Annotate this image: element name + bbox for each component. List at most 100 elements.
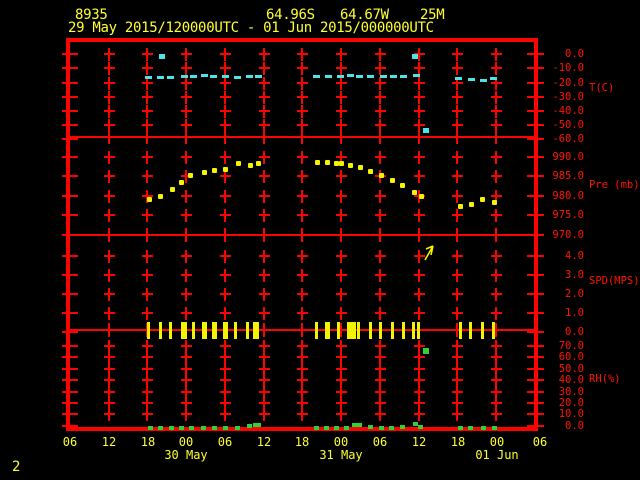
page-number: 2: [12, 459, 21, 475]
pressure-point: [188, 173, 193, 178]
humidity-point: [157, 426, 163, 430]
y-axis-tick-label: 60.0: [558, 351, 584, 363]
y-axis-tick-label: 40.0: [558, 374, 584, 386]
wind-calm-mark: [184, 322, 187, 339]
y-axis-tick: [527, 67, 544, 69]
y-axis-tick-label: -30.0: [552, 91, 584, 103]
y-axis-tick-label: 975.0: [552, 209, 584, 221]
wind-calm-mark: [469, 322, 472, 339]
temperature-point: [255, 75, 262, 78]
y-axis-tick-label: 0.0: [565, 48, 584, 60]
humidity-point: [367, 425, 373, 429]
pressure-point: [202, 170, 207, 175]
y-axis-tick: [62, 379, 78, 381]
pressure-point: [390, 178, 395, 183]
y-axis-tick: [527, 345, 544, 347]
y-axis-tick: [62, 402, 78, 404]
y-axis-unit-label: Pre (mb): [589, 179, 640, 191]
wind-calm-mark: [337, 322, 340, 339]
x-axis-hour-label: 18: [294, 435, 310, 449]
y-axis-tick: [527, 255, 544, 257]
temperature-point: [246, 75, 253, 78]
y-axis-tick: [527, 138, 544, 140]
y-axis-tick: [62, 356, 78, 358]
temperature-point: [201, 74, 208, 77]
humidity-point: [178, 426, 184, 430]
wind-calm-mark: [204, 322, 207, 339]
y-axis-tick: [527, 391, 544, 393]
y-axis-tick-label: 0.0: [565, 420, 584, 432]
pressure-point: [212, 168, 217, 173]
y-axis-tick: [62, 331, 78, 333]
humidity-point: [388, 426, 394, 430]
y-axis-tick-label: 2.0: [565, 288, 584, 300]
humidity-point: [417, 425, 423, 429]
humidity-point: [333, 426, 339, 430]
humidity-point: [457, 426, 463, 430]
wind-calm-mark: [169, 322, 172, 339]
y-axis-tick: [527, 110, 544, 112]
temperature-point: [325, 75, 332, 78]
y-axis-tick: [527, 82, 544, 84]
y-axis-tick: [62, 138, 78, 140]
wind-calm-mark: [159, 322, 162, 339]
humidity-point: [168, 426, 174, 430]
pressure-point: [492, 200, 497, 205]
y-axis-tick: [527, 293, 544, 295]
plot-frame: [66, 38, 538, 431]
temperature-point: [347, 74, 354, 77]
y-axis-tick: [62, 368, 78, 370]
temperature-point: [337, 75, 344, 78]
y-axis-tick: [527, 214, 544, 216]
humidity-point: [188, 426, 194, 430]
y-axis-tick-label: 990.0: [552, 151, 584, 163]
y-axis-unit-label: RH(%): [589, 373, 621, 385]
x-axis-hour-label: 06: [532, 435, 548, 449]
x-axis-hour-label: 12: [256, 435, 272, 449]
temperature-outlier-point: [423, 128, 429, 133]
pressure-point: [256, 161, 261, 166]
temperature-point: [413, 74, 420, 77]
wind-calm-mark: [412, 322, 415, 339]
y-axis-unit-label: SPD(MPS): [589, 275, 640, 287]
y-axis-unit-label: T(C): [589, 82, 615, 94]
x-axis-hour-label: 06: [62, 435, 78, 449]
meteogram-plot: 8935 64.96S 64.67W 25M 29 May 2015/12000…: [0, 0, 640, 480]
pressure-point: [236, 161, 241, 166]
y-axis-tick: [62, 195, 78, 197]
y-axis-tick-label: -60.0: [552, 133, 584, 145]
temperature-point: [367, 75, 374, 78]
wind-calm-mark: [481, 322, 484, 339]
temperature-point: [167, 76, 174, 79]
pressure-point: [179, 180, 184, 185]
temperature-point: [234, 76, 241, 79]
wind-vector-arrow-icon: [424, 245, 434, 261]
wind-calm-mark: [417, 322, 420, 339]
humidity-point: [222, 426, 228, 430]
wind-calm-mark: [357, 322, 360, 339]
y-axis-tick: [62, 53, 78, 55]
pressure-point: [223, 167, 228, 172]
humidity-point: [246, 424, 252, 428]
wind-calm-mark: [353, 322, 356, 339]
x-axis-hour-label: 06: [217, 435, 233, 449]
y-axis-tick: [62, 425, 78, 427]
temperature-point: [390, 75, 397, 78]
wind-calm-mark: [492, 322, 495, 339]
pressure-point: [358, 165, 363, 170]
temperature-outlier-point: [159, 54, 165, 59]
humidity-point: [313, 426, 319, 430]
pressure-point: [458, 204, 463, 209]
temperature-point: [145, 76, 152, 79]
x-axis-hour-label: 06: [372, 435, 388, 449]
temperature-point: [455, 77, 462, 80]
y-axis-tick: [62, 274, 78, 276]
pressure-point: [147, 197, 152, 202]
y-axis-tick: [527, 331, 544, 333]
y-axis-tick: [62, 312, 78, 314]
y-axis-tick: [62, 255, 78, 257]
humidity-point: [211, 426, 217, 430]
humidity-point: [343, 426, 349, 430]
temperature-outlier-point: [412, 54, 418, 59]
y-axis-tick: [62, 82, 78, 84]
